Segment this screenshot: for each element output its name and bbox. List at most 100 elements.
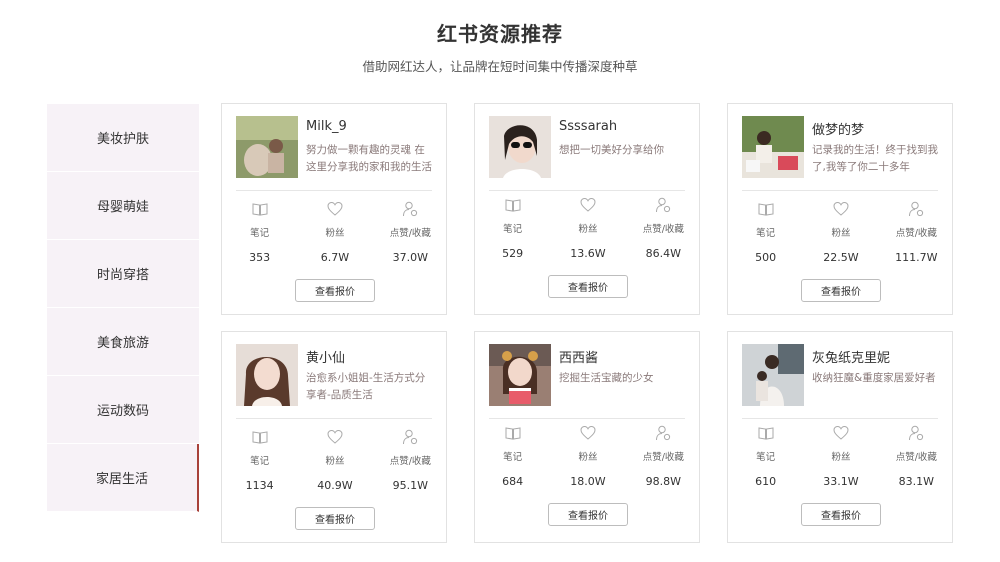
user-star-icon xyxy=(656,197,671,213)
stat-notes: 笔记 353 xyxy=(222,200,297,264)
sidebar-item-fashion[interactable]: 时尚穿搭 xyxy=(47,240,199,308)
sidebar-item-label: 母婴萌娃 xyxy=(96,200,149,215)
stat-value: 610 xyxy=(755,475,777,488)
stat-value: 95.1W xyxy=(392,479,428,492)
influencer-name: 灰兔纸克里妮 xyxy=(812,351,891,366)
stat-fans: 粉丝 33.1W xyxy=(803,424,878,488)
stat-fans: 粉丝 6.7W xyxy=(297,200,372,264)
sidebar-item-label: 时尚穿搭 xyxy=(96,268,149,283)
divider xyxy=(742,418,938,419)
heart-icon xyxy=(580,197,596,212)
avatar[interactable] xyxy=(742,116,804,178)
view-quote-button[interactable]: 查看报价 xyxy=(801,503,881,526)
heart-icon xyxy=(327,429,343,444)
influencer-card: 黄小仙 治愈系小姐姐-生活方式分享者-品质生活 笔记 1134 粉丝 40.9W… xyxy=(221,331,447,543)
heart-icon xyxy=(833,201,849,216)
stat-value: 13.6W xyxy=(570,247,606,260)
stat-label: 点赞/收藏 xyxy=(642,452,684,463)
sidebar-item-label: 运动数码 xyxy=(96,404,149,419)
heart-icon xyxy=(327,201,343,216)
sidebar-item-label: 美食旅游 xyxy=(96,336,149,351)
stat-value: 529 xyxy=(502,247,524,260)
stat-value: 1134 xyxy=(245,479,274,492)
stat-label: 笔记 xyxy=(250,228,270,239)
influencer-bio: 想把一切美好分享给你 xyxy=(559,144,664,156)
book-icon xyxy=(758,427,774,440)
view-quote-button[interactable]: 查看报价 xyxy=(548,275,628,298)
stat-label: 粉丝 xyxy=(578,224,598,235)
sidebar-item-mother-baby[interactable]: 母婴萌娃 xyxy=(47,172,199,240)
divider xyxy=(489,418,685,419)
sidebar-item-sports-digital[interactable]: 运动数码 xyxy=(47,376,199,444)
stat-label: 点赞/收藏 xyxy=(389,456,431,467)
heart-icon xyxy=(833,425,849,440)
stat-fans: 粉丝 40.9W xyxy=(297,428,372,492)
category-sidebar: 美妆护肤 母婴萌娃 时尚穿搭 美食旅游 运动数码 家居生活 xyxy=(47,104,199,512)
view-quote-button[interactable]: 查看报价 xyxy=(801,279,881,302)
stat-value: 500 xyxy=(755,251,777,264)
stat-label: 点赞/收藏 xyxy=(389,228,431,239)
stat-label: 粉丝 xyxy=(325,456,345,467)
stat-likes: 点赞/收藏 95.1W xyxy=(373,428,448,492)
user-star-icon xyxy=(403,201,418,217)
influencer-card: 做梦的梦 记录我的生活！终于找到我了,我等了你二十多年哎！... 笔记 500 … xyxy=(727,103,953,315)
view-quote-button[interactable]: 查看报价 xyxy=(548,503,628,526)
stat-label: 粉丝 xyxy=(831,228,851,239)
influencer-name: 西西酱 xyxy=(559,351,599,366)
avatar[interactable] xyxy=(489,116,551,178)
stat-value: 33.1W xyxy=(823,475,859,488)
stat-label: 笔记 xyxy=(250,456,270,467)
user-star-icon xyxy=(403,429,418,445)
avatar[interactable] xyxy=(236,116,298,178)
stat-fans: 粉丝 18.0W xyxy=(550,424,625,488)
stat-likes: 点赞/收藏 37.0W xyxy=(373,200,448,264)
influencer-name: 做梦的梦 xyxy=(812,123,865,138)
stat-notes: 笔记 500 xyxy=(728,200,803,264)
stat-value: 37.0W xyxy=(392,251,428,264)
stat-likes: 点赞/收藏 111.7W xyxy=(879,200,954,264)
divider xyxy=(236,190,432,191)
stat-value: 111.7W xyxy=(895,251,938,264)
influencer-name: Ssssarah xyxy=(559,119,618,134)
page-subtitle: 借助网红达人，让品牌在短时间集中传播深度种草 xyxy=(362,59,638,74)
book-icon xyxy=(505,427,521,440)
sidebar-item-food-travel[interactable]: 美食旅游 xyxy=(47,308,199,376)
stat-fans: 粉丝 13.6W xyxy=(550,196,625,260)
book-icon xyxy=(758,203,774,216)
stat-notes: 笔记 684 xyxy=(475,424,550,488)
influencer-name: 黄小仙 xyxy=(306,351,346,366)
avatar[interactable] xyxy=(742,344,804,406)
heart-icon xyxy=(580,425,596,440)
stat-label: 点赞/收藏 xyxy=(642,224,684,235)
stat-label: 笔记 xyxy=(503,224,523,235)
stat-value: 83.1W xyxy=(898,475,934,488)
influencer-name: Milk_9 xyxy=(306,119,347,134)
sidebar-item-beauty[interactable]: 美妆护肤 xyxy=(47,104,199,172)
stat-notes: 笔记 610 xyxy=(728,424,803,488)
stat-value: 6.7W xyxy=(320,251,350,264)
influencer-bio: 努力做一颗有趣的灵魂 在这里分享我的家和我的生活 xyxy=(306,144,432,173)
avatar[interactable] xyxy=(489,344,551,406)
sidebar-item-home-life[interactable]: 家居生活 xyxy=(47,444,199,512)
view-quote-button[interactable]: 查看报价 xyxy=(295,507,375,530)
stat-label: 笔记 xyxy=(503,452,523,463)
stat-label: 点赞/收藏 xyxy=(895,452,937,463)
page-title: 红书资源推荐 xyxy=(437,22,563,46)
stat-notes: 笔记 1134 xyxy=(222,428,297,492)
divider xyxy=(742,190,938,191)
stat-likes: 点赞/收藏 83.1W xyxy=(879,424,954,488)
sidebar-item-label: 家居生活 xyxy=(95,472,148,487)
influencer-card: Milk_9 努力做一颗有趣的灵魂 在这里分享我的家和我的生活 笔记 353 粉… xyxy=(221,103,447,315)
influencer-bio: 挖掘生活宝藏的少女 xyxy=(559,372,654,384)
stat-notes: 笔记 529 xyxy=(475,196,550,260)
view-quote-button[interactable]: 查看报价 xyxy=(295,279,375,302)
influencer-bio: 收纳狂魔&重度家居爱好者 xyxy=(812,372,936,384)
stat-value: 22.5W xyxy=(823,251,859,264)
book-icon xyxy=(505,199,521,212)
stat-label: 粉丝 xyxy=(831,452,851,463)
user-star-icon xyxy=(909,425,924,441)
avatar[interactable] xyxy=(236,344,298,406)
influencer-bio: 记录我的生活！终于找到我了,我等了你二十多年哎！... xyxy=(812,144,938,173)
stat-value: 353 xyxy=(249,251,271,264)
book-icon xyxy=(252,203,268,216)
